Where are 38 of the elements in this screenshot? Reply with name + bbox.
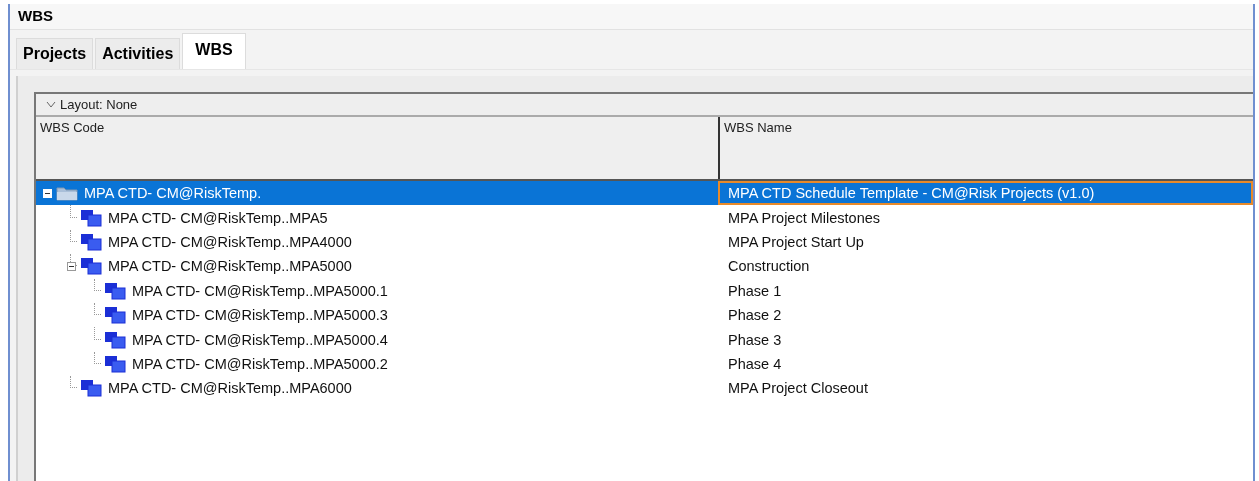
wbs-code: MPA CTD- CM@RiskTemp..MPA5000 xyxy=(108,258,352,275)
wbs-code: MPA CTD- CM@RiskTemp..MPA5000.2 xyxy=(132,355,388,372)
stacked-squares-icon xyxy=(80,379,102,398)
wbs-code: MPA CTD- CM@RiskTemp. xyxy=(84,185,262,202)
window-title: WBS xyxy=(10,4,1253,30)
wbs-code: MPA CTD- CM@RiskTemp..MPA6000 xyxy=(108,380,352,397)
stacked-squares-icon xyxy=(104,354,126,373)
tab[interactable]: Projects xyxy=(16,38,94,69)
wbs-name: Phase 4 xyxy=(727,354,783,374)
chevron-down-icon xyxy=(46,101,56,108)
wbs-name: MPA Project Start Up xyxy=(727,232,865,252)
wbs-name: Phase 2 xyxy=(727,306,783,326)
wbs-name: MPA Project Closeout xyxy=(727,379,869,399)
tab[interactable]: Activities xyxy=(95,38,181,69)
wbs-name: Phase 3 xyxy=(727,330,783,350)
wbs-code: MPA CTD- CM@RiskTemp..MPA5000.3 xyxy=(132,307,388,324)
collapse-toggle[interactable] xyxy=(66,261,76,271)
column-header[interactable]: WBS Name xyxy=(718,117,1253,179)
wbs-name: Construction xyxy=(727,257,811,277)
tree-row[interactable]: MPA CTD- CM@RiskTemp. MPA CTD Schedule Template - CM@Risk Projects (v1.0) xyxy=(36,181,1253,206)
wbs-name: MPA CTD Schedule Template - CM@Risk Projects (v1.0) xyxy=(718,181,1253,206)
column-header[interactable]: WBS Code xyxy=(36,117,718,179)
stacked-squares-icon xyxy=(104,281,126,300)
tab[interactable]: WBS xyxy=(182,33,246,69)
folder-icon xyxy=(56,185,78,202)
wbs-code: MPA CTD- CM@RiskTemp..MPA5000.1 xyxy=(132,282,388,299)
wbs-code: MPA CTD- CM@RiskTemp..MPA5000.4 xyxy=(132,331,388,348)
stacked-squares-icon xyxy=(104,330,126,349)
wbs-code: MPA CTD- CM@RiskTemp..MPA4000 xyxy=(108,233,352,250)
stacked-squares-icon xyxy=(104,306,126,325)
stacked-squares-icon xyxy=(80,232,102,251)
wbs-name: MPA Project Milestones xyxy=(727,208,882,228)
wbs-code: MPA CTD- CM@RiskTemp..MPA5 xyxy=(108,209,328,226)
stacked-squares-icon xyxy=(80,208,102,227)
stacked-squares-icon xyxy=(80,257,102,276)
layout-bar[interactable]: Layout: None xyxy=(36,94,1253,117)
wbs-name: Phase 1 xyxy=(727,281,783,301)
layout-label: Layout: None xyxy=(60,97,138,112)
